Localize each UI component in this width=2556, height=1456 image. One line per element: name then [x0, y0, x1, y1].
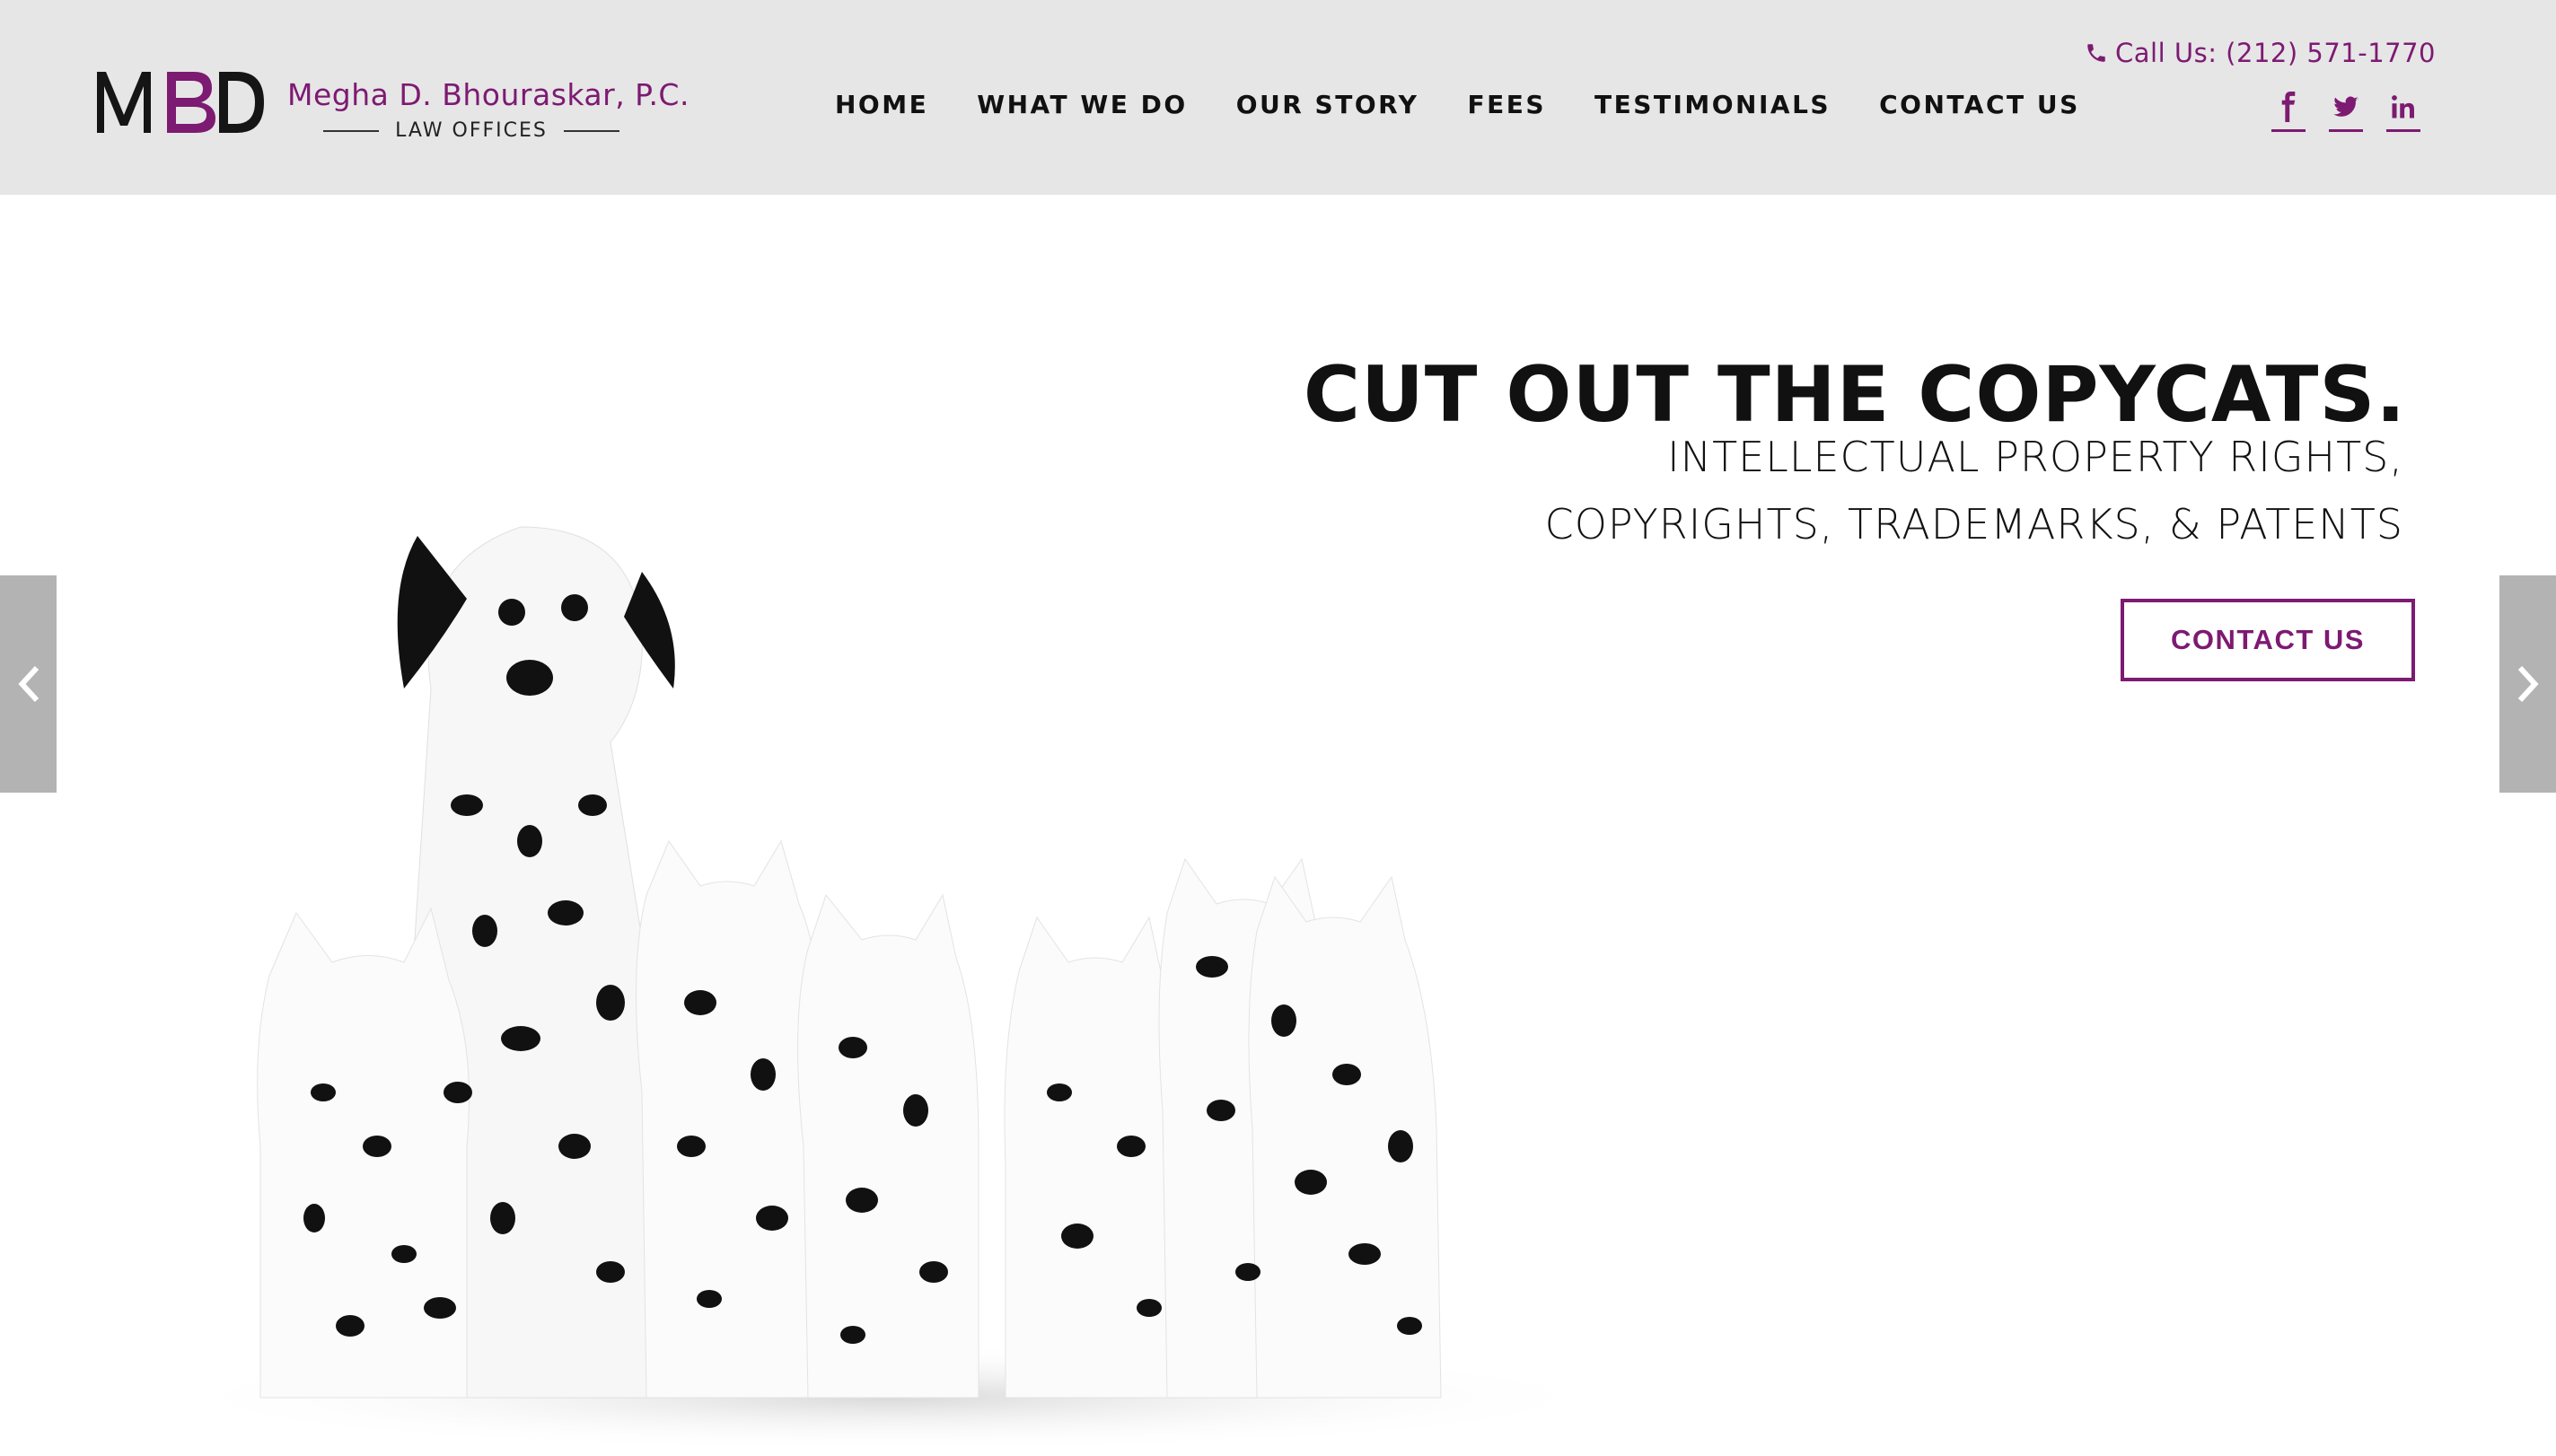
social-links: [2271, 90, 2420, 132]
chevron-left-icon: [17, 665, 39, 703]
firm-subtitle-row: LAW OFFICES: [323, 119, 620, 142]
subtitle-rule-right: [563, 129, 620, 132]
linkedin-link[interactable]: [2386, 90, 2420, 132]
contact-us-button[interactable]: CONTACT US: [2121, 599, 2415, 681]
site-logo[interactable]: Megha D. Bhouraskar, P.C. LAW OFFICES: [93, 68, 689, 142]
twitter-icon: [2333, 96, 2358, 117]
hero-image: [153, 526, 1625, 1452]
hero-subline-2: COPYRIGHTS, TRADEMARKS, & PATENTS: [1544, 500, 2403, 548]
nav-home[interactable]: HOME: [835, 90, 928, 119]
main-nav: HOME WHAT WE DO OUR STORY FEES TESTIMONI…: [835, 90, 2080, 119]
hero-subheadline: INTELLECTUAL PROPERTY RIGHTS, COPYRIGHTS…: [1545, 424, 2403, 558]
nav-fees[interactable]: FEES: [1467, 90, 1546, 119]
slider-next-button[interactable]: [2499, 575, 2556, 793]
logo-mark: [97, 72, 264, 133]
facebook-link[interactable]: [2271, 90, 2306, 132]
site-header: Megha D. Bhouraskar, P.C. LAW OFFICES HO…: [0, 0, 2556, 195]
phone-icon: [2087, 44, 2105, 62]
logo-text: Megha D. Bhouraskar, P.C. LAW OFFICES: [287, 77, 700, 142]
firm-subtitle: LAW OFFICES: [395, 119, 548, 142]
facebook-icon: [2281, 92, 2296, 122]
nav-our-story[interactable]: OUR STORY: [1236, 90, 1419, 119]
subtitle-rule-left: [323, 129, 380, 132]
slider-prev-button[interactable]: [0, 575, 57, 793]
twitter-link[interactable]: [2329, 90, 2363, 132]
hero-subline-1: INTELLECTUAL PROPERTY RIGHTS,: [1667, 433, 2403, 481]
nav-what-we-do[interactable]: WHAT WE DO: [977, 90, 1187, 119]
nav-testimonials[interactable]: TESTIMONIALS: [1594, 90, 1831, 119]
linkedin-icon: [2392, 95, 2414, 118]
chevron-right-icon: [2517, 665, 2539, 703]
hero-slider: CUT OUT THE COPYCATS. INTELLECTUAL PROPE…: [0, 195, 2556, 1456]
call-us-link[interactable]: Call Us: (212) 571-1770: [2085, 38, 2436, 68]
nav-contact-us[interactable]: CONTACT US: [1879, 90, 2080, 119]
call-us-text: Call Us: (212) 571-1770: [2115, 38, 2436, 68]
firm-name: Megha D. Bhouraskar, P.C.: [287, 77, 690, 112]
